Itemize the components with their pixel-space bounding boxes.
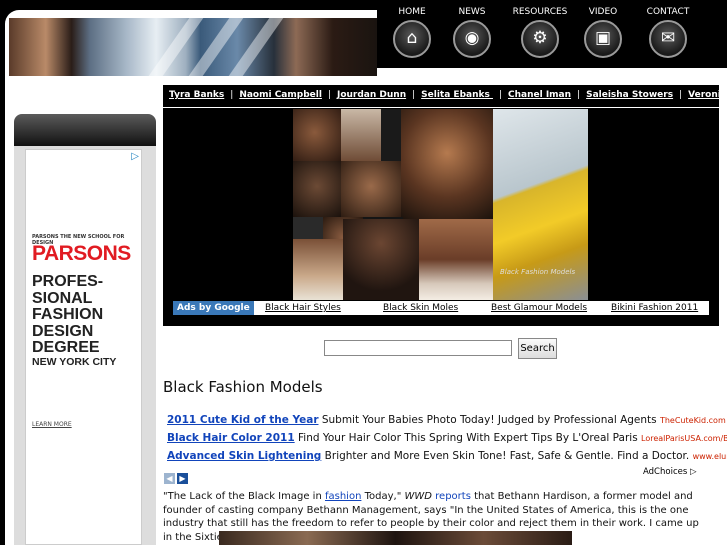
page-title: Black Fashion Models	[163, 378, 323, 396]
model-link-chanel-iman[interactable]: Chanel Iman	[508, 90, 571, 100]
collage-caption: Black Fashion Models	[500, 268, 576, 276]
text-ad-url[interactable]: www.elureskin....	[693, 452, 727, 461]
text-ad-1[interactable]: 2011 Cute Kid of the Year Submit Your Ba…	[167, 414, 726, 426]
wwd-text: WWD	[404, 491, 432, 502]
search-button[interactable]: Search	[518, 338, 557, 359]
parsons-ad[interactable]: ▷ PARSONS THE NEW SCHOOL FOR DESIGN PARS…	[25, 149, 142, 545]
ad-city: NEW YORK CITY	[32, 356, 117, 368]
gear-icon: ⚙	[521, 20, 559, 58]
camera-icon: ▣	[584, 20, 622, 58]
model-link-tyra-banks[interactable]: Tyra Banks	[169, 90, 224, 100]
next-arrow-icon[interactable]: ▶	[177, 473, 188, 484]
article-image	[219, 531, 572, 545]
nav-resources[interactable]: RESOURCES ⚙	[505, 0, 575, 58]
model-links-bar: Tyra Banks | Naomi Campbell | Jourdan Dunn | S…	[163, 85, 727, 107]
ad-link-best-glamour-models[interactable]: Best Glamour Models	[491, 301, 587, 315]
fashion-link[interactable]: fashion	[325, 491, 361, 502]
text-ad-body: Brighter and More Even Skin Tone! Fast, …	[324, 450, 690, 462]
ad-link-black-skin-moles[interactable]: Black Skin Moles	[383, 301, 458, 315]
text-ad-body: Submit Your Babies Photo Today! Judged b…	[321, 414, 657, 426]
adchoices-link[interactable]: AdChoices ▷	[643, 467, 697, 477]
text-ad-body: Find Your Hair Color This Spring With Ex…	[298, 432, 638, 444]
ad-learn-more-link[interactable]: LEARN MORE	[32, 421, 72, 428]
text-ad-title[interactable]: Advanced Skin Lightening	[167, 450, 321, 462]
ad-link-black-hair-styles[interactable]: Black Hair Styles	[265, 301, 341, 315]
home-icon: ⌂	[393, 20, 431, 58]
nav-news[interactable]: NEWS ◉	[437, 0, 507, 58]
reports-link[interactable]: reports	[432, 491, 471, 502]
text-ad-2[interactable]: Black Hair Color 2011 Find Your Hair Col…	[167, 432, 727, 444]
text-ad-3[interactable]: Advanced Skin Lightening Brighter and Mo…	[167, 450, 727, 462]
nav-contact-label: CONTACT	[646, 7, 690, 17]
model-link-naomi-campbell[interactable]: Naomi Campbell	[239, 90, 322, 100]
ad-headline: PROFES-SIONAL FASHION DESIGN DEGREE	[32, 273, 104, 356]
ads-by-google-label[interactable]: Ads by Google	[173, 301, 254, 315]
mail-icon: ✉	[649, 20, 687, 58]
nav-resources-label: RESOURCES	[512, 7, 568, 17]
model-link-selita-ebanks[interactable]: Selita Ebanks	[421, 90, 493, 100]
model-link-saleisha-stowers[interactable]: Saleisha Stowers	[586, 90, 673, 100]
adchoices-icon[interactable]: ▷	[131, 151, 139, 162]
sidebar-header	[14, 114, 156, 146]
text-ad-url[interactable]: LorealParisUSA.com/Black+H..	[641, 434, 727, 443]
model-link-veronica[interactable]: Veronica	[688, 90, 727, 100]
nav-news-label: NEWS	[458, 7, 486, 17]
model-link-jourdan-dunn[interactable]: Jourdan Dunn	[337, 90, 406, 100]
top-navigation: HOME ⌂ NEWS ◉ RESOURCES ⚙ VIDEO ▣ CONTAC…	[377, 0, 727, 68]
nav-video-label: VIDEO	[588, 7, 618, 17]
header-banner-image	[9, 18, 377, 76]
text-ad-title[interactable]: Black Hair Color 2011	[167, 432, 295, 444]
nav-video[interactable]: VIDEO ▣	[568, 0, 638, 58]
ad-link-bikini-fashion[interactable]: Bikini Fashion 2011	[611, 301, 698, 315]
search-input[interactable]	[324, 340, 512, 356]
prev-arrow-icon[interactable]: ◀	[164, 473, 175, 484]
text-ad-url[interactable]: TheCuteKid.com	[660, 416, 726, 425]
google-ad-links: Ads by Google Black Hair Styles Black Sk…	[173, 301, 709, 315]
ad-logo-text: PARSONS	[32, 242, 131, 265]
nav-contact[interactable]: CONTACT ✉	[633, 0, 703, 58]
text-ad-title[interactable]: 2011 Cute Kid of the Year	[167, 414, 319, 426]
rss-icon: ◉	[453, 20, 491, 58]
ad-pager: ◀ ▶	[164, 466, 190, 485]
